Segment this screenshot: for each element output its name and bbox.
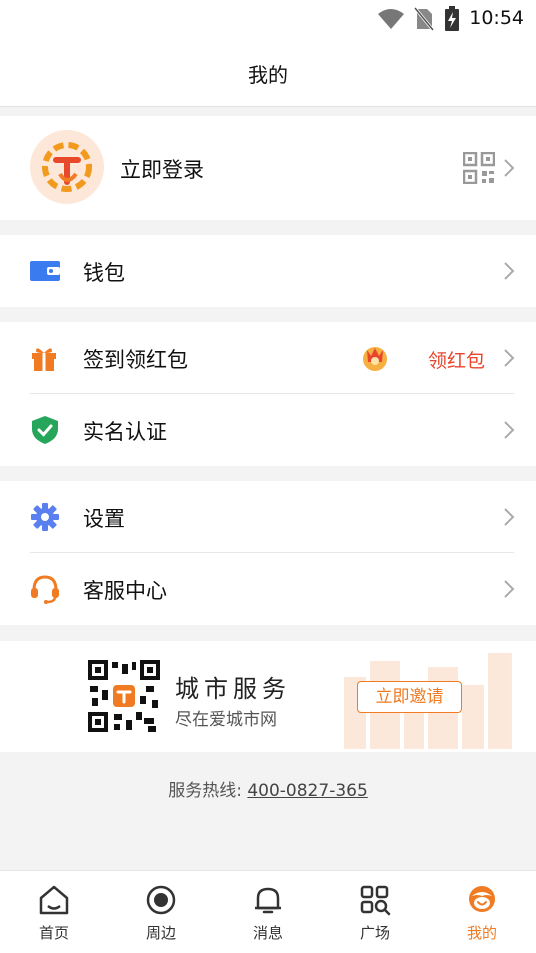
shield-check-icon: [32, 416, 58, 444]
nav-label-profile: 我的: [466, 924, 497, 942]
nav-item-nearby[interactable]: 周边: [121, 884, 201, 943]
profile-card[interactable]: 立即登录: [0, 116, 536, 220]
no-sim-icon: [414, 7, 434, 31]
profile-face-icon: [469, 886, 495, 912]
menu-group-rewards: 签到领红包 领红包 实名认证: [0, 322, 536, 466]
promo-banner[interactable]: 城市服务 尽在爱城市网 立即邀请: [0, 641, 536, 752]
nav-label-home: 首页: [38, 924, 69, 942]
headset-icon: [31, 575, 59, 604]
app-logo-icon: [42, 142, 92, 192]
bell-icon: [255, 887, 281, 914]
promo-title: 城市服务: [175, 675, 291, 703]
menu-item-settings[interactable]: 设置: [0, 481, 536, 553]
square-apps-icon: [360, 885, 391, 916]
qr-code-icon[interactable]: [463, 152, 495, 184]
avatar[interactable]: [30, 130, 104, 204]
home-icon: [39, 885, 69, 915]
red-envelope-icon: [363, 347, 387, 371]
menu-item-realname[interactable]: 实名认证: [0, 394, 536, 466]
menu-item-service[interactable]: 客服中心: [0, 553, 536, 625]
promo-subtitle: 尽在爱城市网: [175, 710, 277, 730]
nav-item-square[interactable]: 广场: [335, 884, 415, 943]
page-title: 我的: [248, 63, 288, 87]
hotline-label: 服务热线:: [168, 781, 248, 801]
wallet-icon: [30, 261, 60, 281]
promo-qr-code-icon: [88, 660, 160, 732]
battery-charging-icon: [445, 6, 459, 31]
login-link[interactable]: 立即登录: [120, 154, 204, 184]
status-bar: 10:54: [0, 0, 536, 40]
checkin-label: 签到领红包: [83, 348, 188, 372]
nav-label-nearby: 周边: [145, 924, 176, 942]
chevron-right-icon: [504, 262, 515, 280]
chevron-right-icon: [504, 159, 515, 177]
nav-label-square: 广场: [359, 924, 390, 942]
nav-label-messages: 消息: [252, 924, 283, 942]
invite-button[interactable]: 立即邀请: [357, 681, 462, 713]
chevron-right-icon: [504, 421, 515, 439]
nav-item-messages[interactable]: 消息: [228, 884, 308, 943]
chevron-right-icon: [504, 508, 515, 526]
chevron-right-icon: [504, 580, 515, 598]
settings-label: 设置: [83, 507, 125, 531]
gift-icon: [32, 348, 56, 371]
gear-icon: [31, 503, 59, 531]
checkin-badge: 领红包: [428, 350, 486, 372]
menu-item-wallet[interactable]: 钱包: [0, 235, 536, 307]
title-bar: 我的: [0, 40, 536, 107]
menu-item-checkin[interactable]: 签到领红包 领红包: [0, 322, 536, 394]
nav-item-profile[interactable]: 我的: [442, 884, 522, 943]
chevron-right-icon: [504, 349, 515, 367]
wifi-icon: [378, 9, 404, 29]
nearby-icon: [146, 885, 176, 915]
wallet-label: 钱包: [83, 261, 125, 285]
status-time: 10:54: [469, 7, 524, 29]
menu-group-system: 设置 客服中心: [0, 481, 536, 625]
service-label: 客服中心: [83, 579, 167, 603]
hotline: 服务热线: 400-0827-365: [0, 776, 536, 801]
hotline-number[interactable]: 400-0827-365: [247, 781, 367, 801]
nav-item-home[interactable]: 首页: [14, 884, 94, 943]
realname-label: 实名认证: [83, 420, 167, 444]
